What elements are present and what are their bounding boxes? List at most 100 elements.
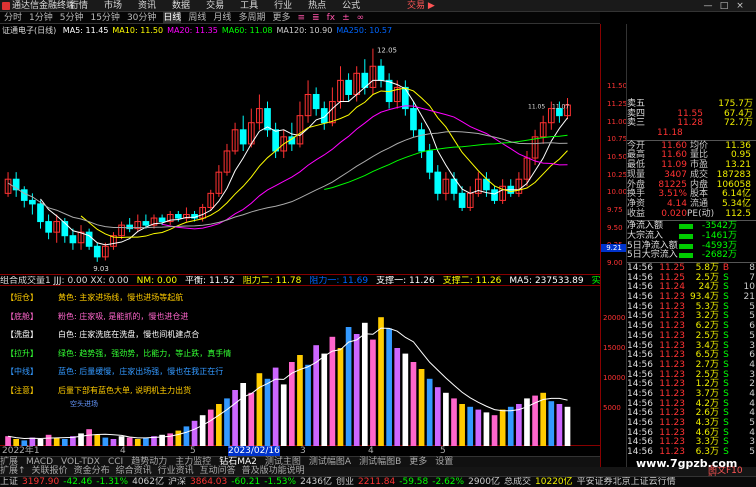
volume-bar bbox=[426, 378, 433, 446]
period-tab-5[interactable]: 日线 bbox=[163, 11, 182, 24]
tool-icon-3[interactable]: ± bbox=[342, 12, 350, 24]
status-item: -2.62% bbox=[432, 476, 465, 487]
candle-body bbox=[158, 217, 166, 223]
func-item-5[interactable]: 互动问答 bbox=[200, 467, 236, 476]
menu-item-0[interactable]: 行情 bbox=[70, 0, 88, 12]
candle-body bbox=[142, 221, 150, 226]
x-label: 5 bbox=[440, 446, 446, 456]
volume-bar bbox=[232, 390, 238, 446]
ma-legend-5: MA250: 10.57 bbox=[336, 26, 393, 35]
candle-body bbox=[61, 221, 69, 237]
ask-extra: 11.18 bbox=[657, 128, 683, 139]
x-label: 2022年1 bbox=[2, 446, 40, 456]
volume-bar bbox=[491, 415, 498, 446]
menu-item-7[interactable]: 热点 bbox=[308, 0, 326, 12]
candle-body bbox=[45, 221, 52, 233]
ask-vo: 72.7万 bbox=[723, 118, 753, 129]
func-item-0[interactable]: 扩展↑ bbox=[0, 467, 26, 476]
volume-bar bbox=[564, 406, 571, 446]
volume-bar bbox=[256, 373, 263, 446]
candle-body bbox=[312, 93, 320, 110]
note-text: 粉色: 庄家吸, 是能抓的，慢也进仓进 bbox=[58, 311, 189, 321]
period-tab-9[interactable]: 更多 bbox=[272, 12, 290, 24]
func-item-6[interactable]: 普及版功能说明 bbox=[242, 467, 305, 476]
status-item: 2436亿 bbox=[300, 476, 332, 487]
note-text: 绿色: 趋势强，强劲势，比能力，等止跌，真手情 bbox=[58, 348, 232, 358]
period-tab-1[interactable]: 1分钟 bbox=[29, 12, 53, 24]
maximize-icon[interactable]: □ bbox=[716, 0, 732, 12]
close-icon[interactable]: × bbox=[732, 0, 748, 12]
volume-bar bbox=[443, 392, 449, 446]
menu-item-8[interactable]: 公式 bbox=[342, 0, 360, 12]
indicator-tab-10[interactable]: 更多 bbox=[409, 457, 427, 468]
vol-tick: 20000 bbox=[603, 314, 626, 322]
period-tab-8[interactable]: 多周期 bbox=[238, 12, 265, 24]
menu-item-1[interactable]: 市场 bbox=[104, 0, 122, 12]
volume-bar bbox=[53, 437, 60, 446]
menu-item-5[interactable]: 工具 bbox=[240, 0, 258, 12]
vol-indicator-2: 阻力二: 11.78 bbox=[242, 276, 302, 286]
tool-icon-1[interactable]: ≣ bbox=[312, 12, 320, 24]
period-tab-3[interactable]: 15分钟 bbox=[90, 12, 119, 24]
volume-bar bbox=[548, 401, 555, 446]
minimize-icon[interactable]: — bbox=[700, 0, 716, 12]
ma-legend-2: MA20: 11.35 bbox=[167, 26, 218, 35]
x-label: 5 bbox=[190, 446, 196, 456]
func-item-1[interactable]: 关联报价 bbox=[32, 467, 68, 476]
volume-bar bbox=[126, 437, 133, 446]
volume-chart[interactable]: 空头进场 【短仓】 黄色: 主家进场线，慢也进场等起航 【底舱】 粉色: 庄家吸, 是… bbox=[0, 286, 600, 446]
status-item: 3197.90 bbox=[22, 476, 60, 487]
stat-v1: 0.020 bbox=[661, 208, 687, 219]
volume-bar bbox=[434, 387, 441, 446]
candle-body bbox=[458, 192, 466, 208]
x-label: 4 bbox=[368, 446, 374, 456]
volume-bar bbox=[37, 439, 44, 446]
trade-button[interactable]: 交易 ▶ bbox=[407, 0, 435, 12]
ma-legend-1: MA10: 11.50 bbox=[112, 26, 164, 35]
index-status-bar: 上证 3197.90 -42.46 -1.31% 4062亿 沪深 3864.03 -60.2… bbox=[0, 476, 756, 487]
tool-icon-2[interactable]: fx bbox=[327, 12, 336, 24]
volume-title: 组合成交量1 JJJ: 0.00 XX: 0.00 bbox=[0, 276, 129, 286]
menu-item-2[interactable]: 资讯 bbox=[138, 0, 156, 12]
func-item-3[interactable]: 综合资讯 bbox=[116, 467, 152, 476]
func-item-4[interactable]: 行业资讯 bbox=[158, 467, 194, 476]
candle-body bbox=[239, 129, 247, 145]
title-bar: 通达信金融终端 行情 市场 资讯 数据 交易 工具 行业 热点 公式 交易 ▶ — □ × bbox=[0, 0, 756, 12]
candle-body bbox=[20, 189, 28, 201]
tool-icon-4[interactable]: ∞ bbox=[357, 12, 365, 24]
menu-item-4[interactable]: 交易 bbox=[206, 0, 224, 12]
indicator-tab-9[interactable]: 测试幅图B bbox=[359, 457, 401, 468]
note-text: 后量下部有蓝色大单, 说明机主力出货 bbox=[58, 385, 192, 395]
status-item: 上证 bbox=[0, 476, 19, 487]
volume-bar bbox=[248, 392, 255, 446]
menu-item-6[interactable]: 行业 bbox=[274, 0, 292, 12]
note-row: 【底舱】 粉色: 庄家吸, 是能抓的，慢也进仓进 bbox=[6, 311, 231, 330]
inline-price-label: 11.07 bbox=[552, 104, 569, 111]
volume-bar bbox=[134, 439, 141, 446]
period-tab-7[interactable]: 月线 bbox=[213, 12, 231, 24]
low-label: 9.03 bbox=[93, 265, 109, 273]
stat-v2: 112.5 bbox=[725, 208, 751, 219]
func-item-2[interactable]: 资金分布 bbox=[74, 467, 110, 476]
indicator-tab-11[interactable]: 设置 bbox=[435, 457, 453, 468]
volume-bar bbox=[467, 406, 474, 446]
volume-bar bbox=[61, 439, 68, 446]
period-tab-2[interactable]: 5分钟 bbox=[60, 12, 84, 24]
volume-bar bbox=[5, 436, 11, 446]
period-tab-4[interactable]: 30分钟 bbox=[127, 12, 156, 24]
main-candlestick-chart[interactable]: 12.05 9.03 11.05 11.07 证通电子(日线) MA5: 11.45 M… bbox=[0, 24, 600, 275]
volume-bar bbox=[337, 348, 344, 446]
status-item: 沪深 bbox=[168, 476, 187, 487]
indicator-tab-8[interactable]: 测试幅图A bbox=[309, 457, 351, 468]
volume-bar bbox=[475, 409, 482, 446]
period-tab-6[interactable]: 周线 bbox=[188, 12, 206, 24]
candle-body bbox=[272, 129, 279, 152]
price-tick: 9.00 bbox=[607, 258, 623, 267]
status-item: 创业 bbox=[336, 476, 355, 487]
menu-item-3[interactable]: 数据 bbox=[172, 0, 190, 12]
period-tab-0[interactable]: 分时 bbox=[4, 12, 22, 24]
tool-icon-0[interactable]: ≡ bbox=[297, 12, 305, 24]
candlestick-svg: 12.05 9.03 11.05 11.07 bbox=[4, 47, 571, 273]
note-key: 【短仓】 bbox=[6, 293, 38, 302]
volume-bar bbox=[451, 398, 457, 446]
